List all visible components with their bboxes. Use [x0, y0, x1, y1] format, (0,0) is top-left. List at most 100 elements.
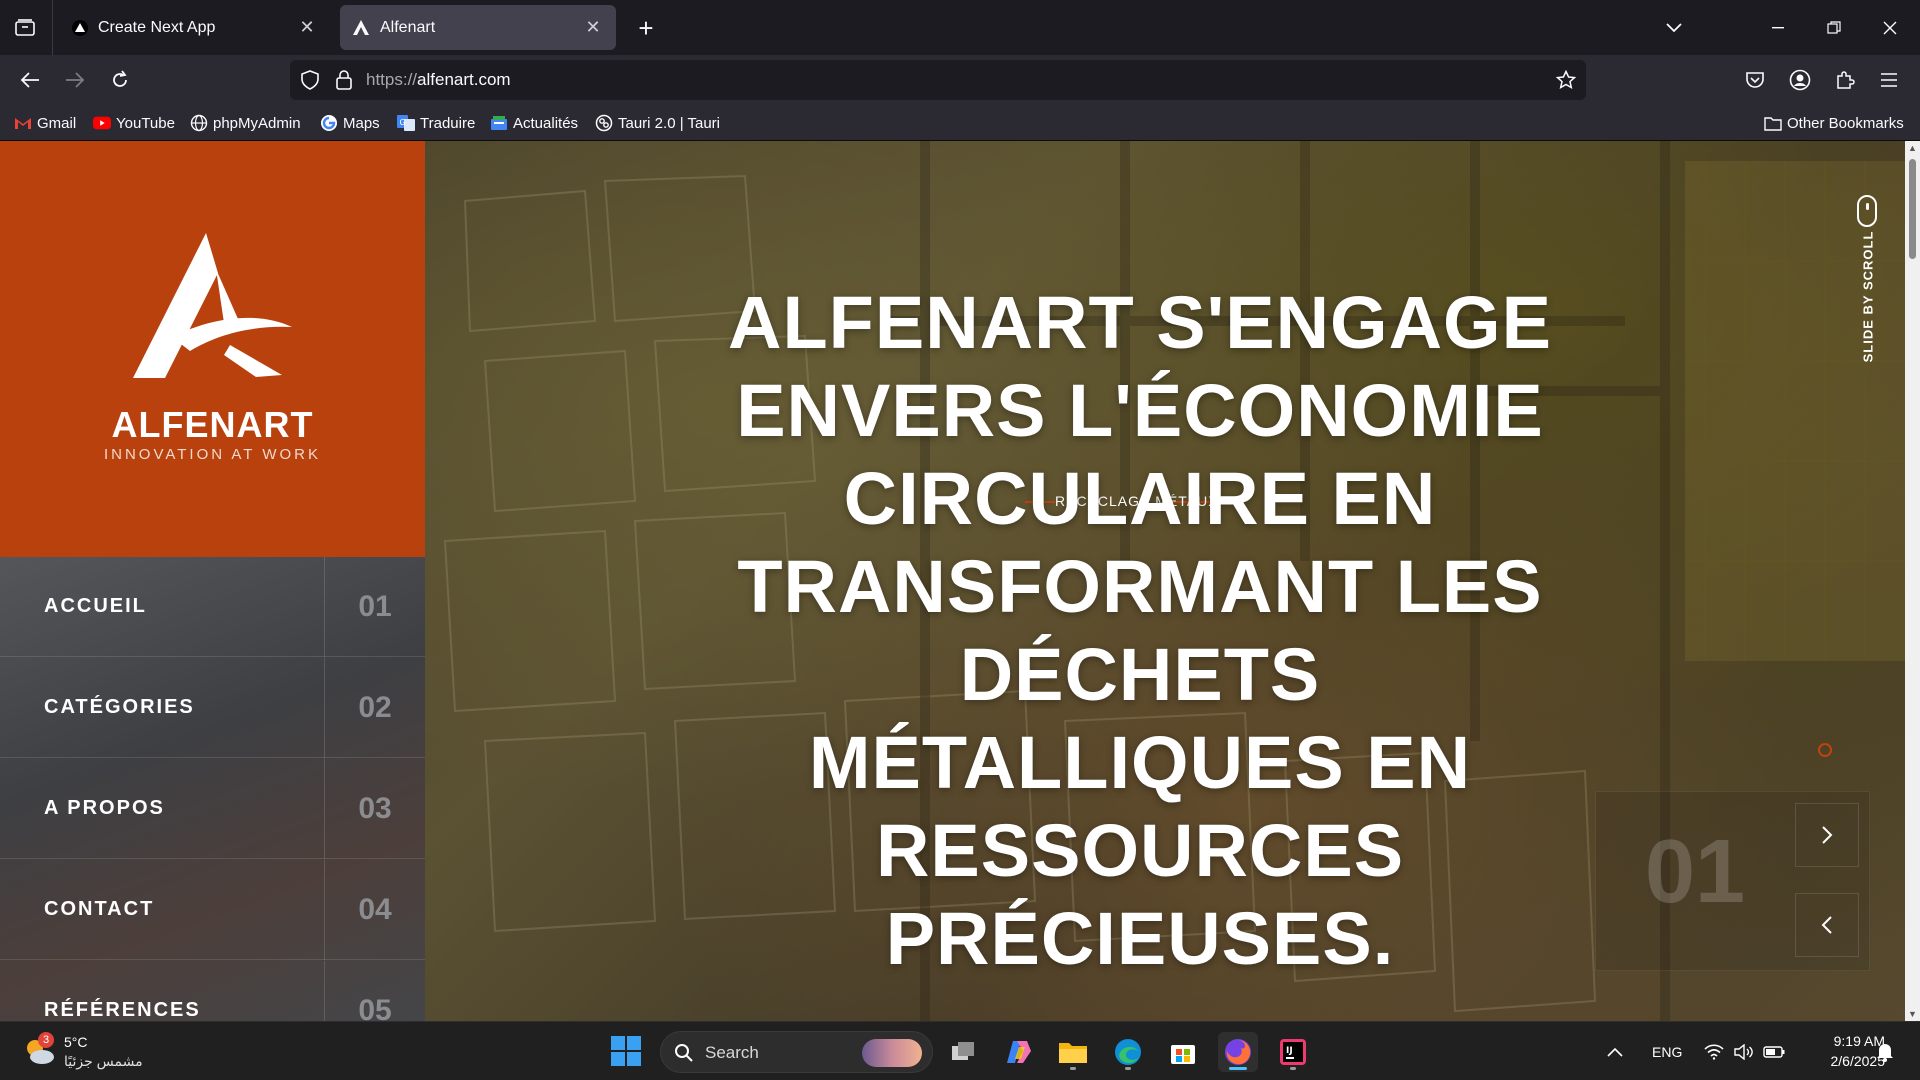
volume-icon[interactable]	[1734, 1022, 1754, 1080]
show-hidden-icons-button[interactable]	[1607, 1022, 1623, 1080]
menu-button[interactable]	[1872, 63, 1906, 97]
shield-icon	[301, 70, 319, 90]
start-button[interactable]	[611, 1036, 643, 1068]
list-all-tabs-button[interactable]	[1656, 10, 1692, 46]
bookmark-maps[interactable]: Maps	[320, 113, 380, 133]
bookmark-star-button[interactable]	[1554, 68, 1578, 92]
weather-widget[interactable]: 3 5°C مشمس جزئيًا	[22, 1030, 162, 1074]
menu-item-contact[interactable]: CONTACT 04	[0, 860, 425, 960]
chevron-up-icon	[1607, 1047, 1623, 1057]
minimize-icon	[1772, 27, 1784, 29]
pocket-icon	[1746, 72, 1764, 88]
firefox-button[interactable]	[1218, 1032, 1258, 1072]
alfenart-logo-icon	[133, 233, 292, 378]
slide-indicator-dot[interactable]	[1818, 743, 1832, 757]
copilot-icon	[1007, 1041, 1031, 1063]
pocket-button[interactable]	[1738, 63, 1772, 97]
tab-create-next-app[interactable]: Create Next App ✕	[60, 5, 330, 50]
arrow-left-icon	[20, 72, 39, 88]
news-icon	[490, 114, 508, 132]
tab-alfenart[interactable]: Alfenart ✕	[340, 5, 616, 50]
nextjs-triangle-icon	[72, 19, 88, 36]
search-label: Search	[705, 1043, 759, 1062]
tab-list-button[interactable]	[10, 13, 40, 43]
star-icon	[1556, 70, 1576, 89]
reload-button[interactable]	[103, 63, 137, 97]
url-bar[interactable]: https://alfenart.com	[290, 60, 1586, 100]
close-window-button[interactable]	[1872, 10, 1908, 46]
translate-icon: G	[397, 114, 415, 132]
restore-button[interactable]	[1816, 10, 1852, 46]
microsoft-store-button[interactable]	[1163, 1032, 1203, 1072]
clock[interactable]: 9:19 AM 2/6/2025	[1803, 1031, 1886, 1071]
bookmark-gmail[interactable]: Gmail	[14, 113, 76, 133]
battery-icon[interactable]	[1763, 1022, 1785, 1080]
edge-button[interactable]	[1108, 1032, 1148, 1072]
task-view-icon	[952, 1042, 974, 1060]
url-text[interactable]: https://alfenart.com	[366, 70, 511, 90]
bookmark-phpmyadmin[interactable]: phpMyAdmin	[190, 113, 301, 133]
menu-item-accueil[interactable]: ACCUEIL 01	[0, 557, 425, 657]
scrollbar-thumb[interactable]	[1909, 159, 1916, 259]
tab-title: Create Next App	[98, 18, 216, 36]
clock-date: 2/6/2025	[1830, 1053, 1886, 1069]
chevron-right-icon	[1822, 826, 1833, 844]
site-info-button[interactable]	[332, 68, 356, 92]
logo-panel[interactable]: ALFENART INNOVATION AT WORK	[0, 141, 425, 557]
slide-number: 01	[1645, 822, 1746, 922]
close-tab-icon[interactable]: ✕	[582, 17, 604, 39]
bookmark-label: Actualités	[513, 114, 579, 132]
weather-description: مشمس جزئيًا	[64, 1053, 143, 1069]
bookmark-label: Traduire	[420, 114, 476, 132]
other-bookmarks-button[interactable]: Other Bookmarks	[1764, 113, 1904, 133]
taskbar-search[interactable]: Search	[660, 1031, 933, 1073]
menu-item-label: RÉFÉRENCES	[44, 999, 201, 1021]
notifications-button[interactable]	[1876, 1022, 1894, 1080]
brand-tagline: INNOVATION AT WORK	[103, 446, 322, 463]
puzzle-icon	[1837, 71, 1855, 89]
language-indicator[interactable]: ENG	[1652, 1022, 1682, 1080]
scroll-down-arrow-icon[interactable]: ▼	[1905, 1007, 1920, 1021]
forward-button[interactable]	[58, 63, 92, 97]
extensions-button[interactable]	[1828, 63, 1862, 97]
copilot-button[interactable]	[999, 1032, 1039, 1072]
menu-item-categories[interactable]: CATÉGORIES 02	[0, 658, 425, 758]
windows-logo-icon	[611, 1036, 625, 1050]
tab-separator	[52, 0, 53, 55]
account-button[interactable]	[1783, 63, 1817, 97]
menu-item-number: 02	[324, 658, 425, 758]
bookmark-label: Other Bookmarks	[1787, 114, 1904, 132]
file-explorer-button[interactable]	[1053, 1032, 1093, 1072]
task-view-button[interactable]	[944, 1032, 984, 1072]
wifi-icon[interactable]	[1704, 1022, 1724, 1080]
web-page: ALFENART INNOVATION AT WORK ACCUEIL 01 C…	[0, 141, 1905, 1021]
sidebar: ALFENART INNOVATION AT WORK ACCUEIL 01 C…	[0, 141, 425, 1021]
scroll-up-arrow-icon[interactable]: ▲	[1905, 141, 1920, 155]
minimize-button[interactable]	[1760, 10, 1796, 46]
menu-item-a-propos[interactable]: A PROPOS 03	[0, 759, 425, 859]
bookmark-actualites[interactable]: Actualités	[490, 113, 578, 133]
folder-icon	[1764, 114, 1782, 132]
jetbrains-button[interactable]: IJ	[1273, 1032, 1313, 1072]
close-tab-icon[interactable]: ✕	[296, 17, 318, 39]
tracking-protection-button[interactable]	[298, 68, 322, 92]
new-tab-button[interactable]: +	[630, 12, 662, 44]
alfenart-icon	[353, 19, 369, 35]
main-menu: ACCUEIL 01 CATÉGORIES 02 A PROPOS 03 CON…	[0, 557, 425, 1021]
scroll-hint: SLIDE BY SCROLL	[1860, 230, 1876, 363]
page-scrollbar[interactable]: ▲ ▼	[1905, 141, 1920, 1021]
svg-text:G: G	[400, 118, 406, 127]
svg-text:IJ: IJ	[1286, 1046, 1293, 1056]
chevron-down-icon	[1666, 23, 1682, 33]
previous-slide-button[interactable]	[1795, 893, 1859, 957]
next-slide-button[interactable]	[1795, 803, 1859, 867]
bookmark-traduire[interactable]: G Traduire	[397, 113, 475, 133]
reload-icon	[113, 70, 127, 87]
menu-item-references[interactable]: RÉFÉRENCES 05	[0, 961, 425, 1021]
close-icon	[1883, 21, 1897, 35]
bookmark-youtube[interactable]: YouTube	[93, 113, 175, 133]
menu-item-label: CONTACT	[44, 898, 155, 920]
bookmark-tauri[interactable]: Tauri 2.0 | Tauri	[595, 113, 720, 133]
tauri-icon	[595, 114, 613, 132]
back-button[interactable]	[13, 63, 47, 97]
